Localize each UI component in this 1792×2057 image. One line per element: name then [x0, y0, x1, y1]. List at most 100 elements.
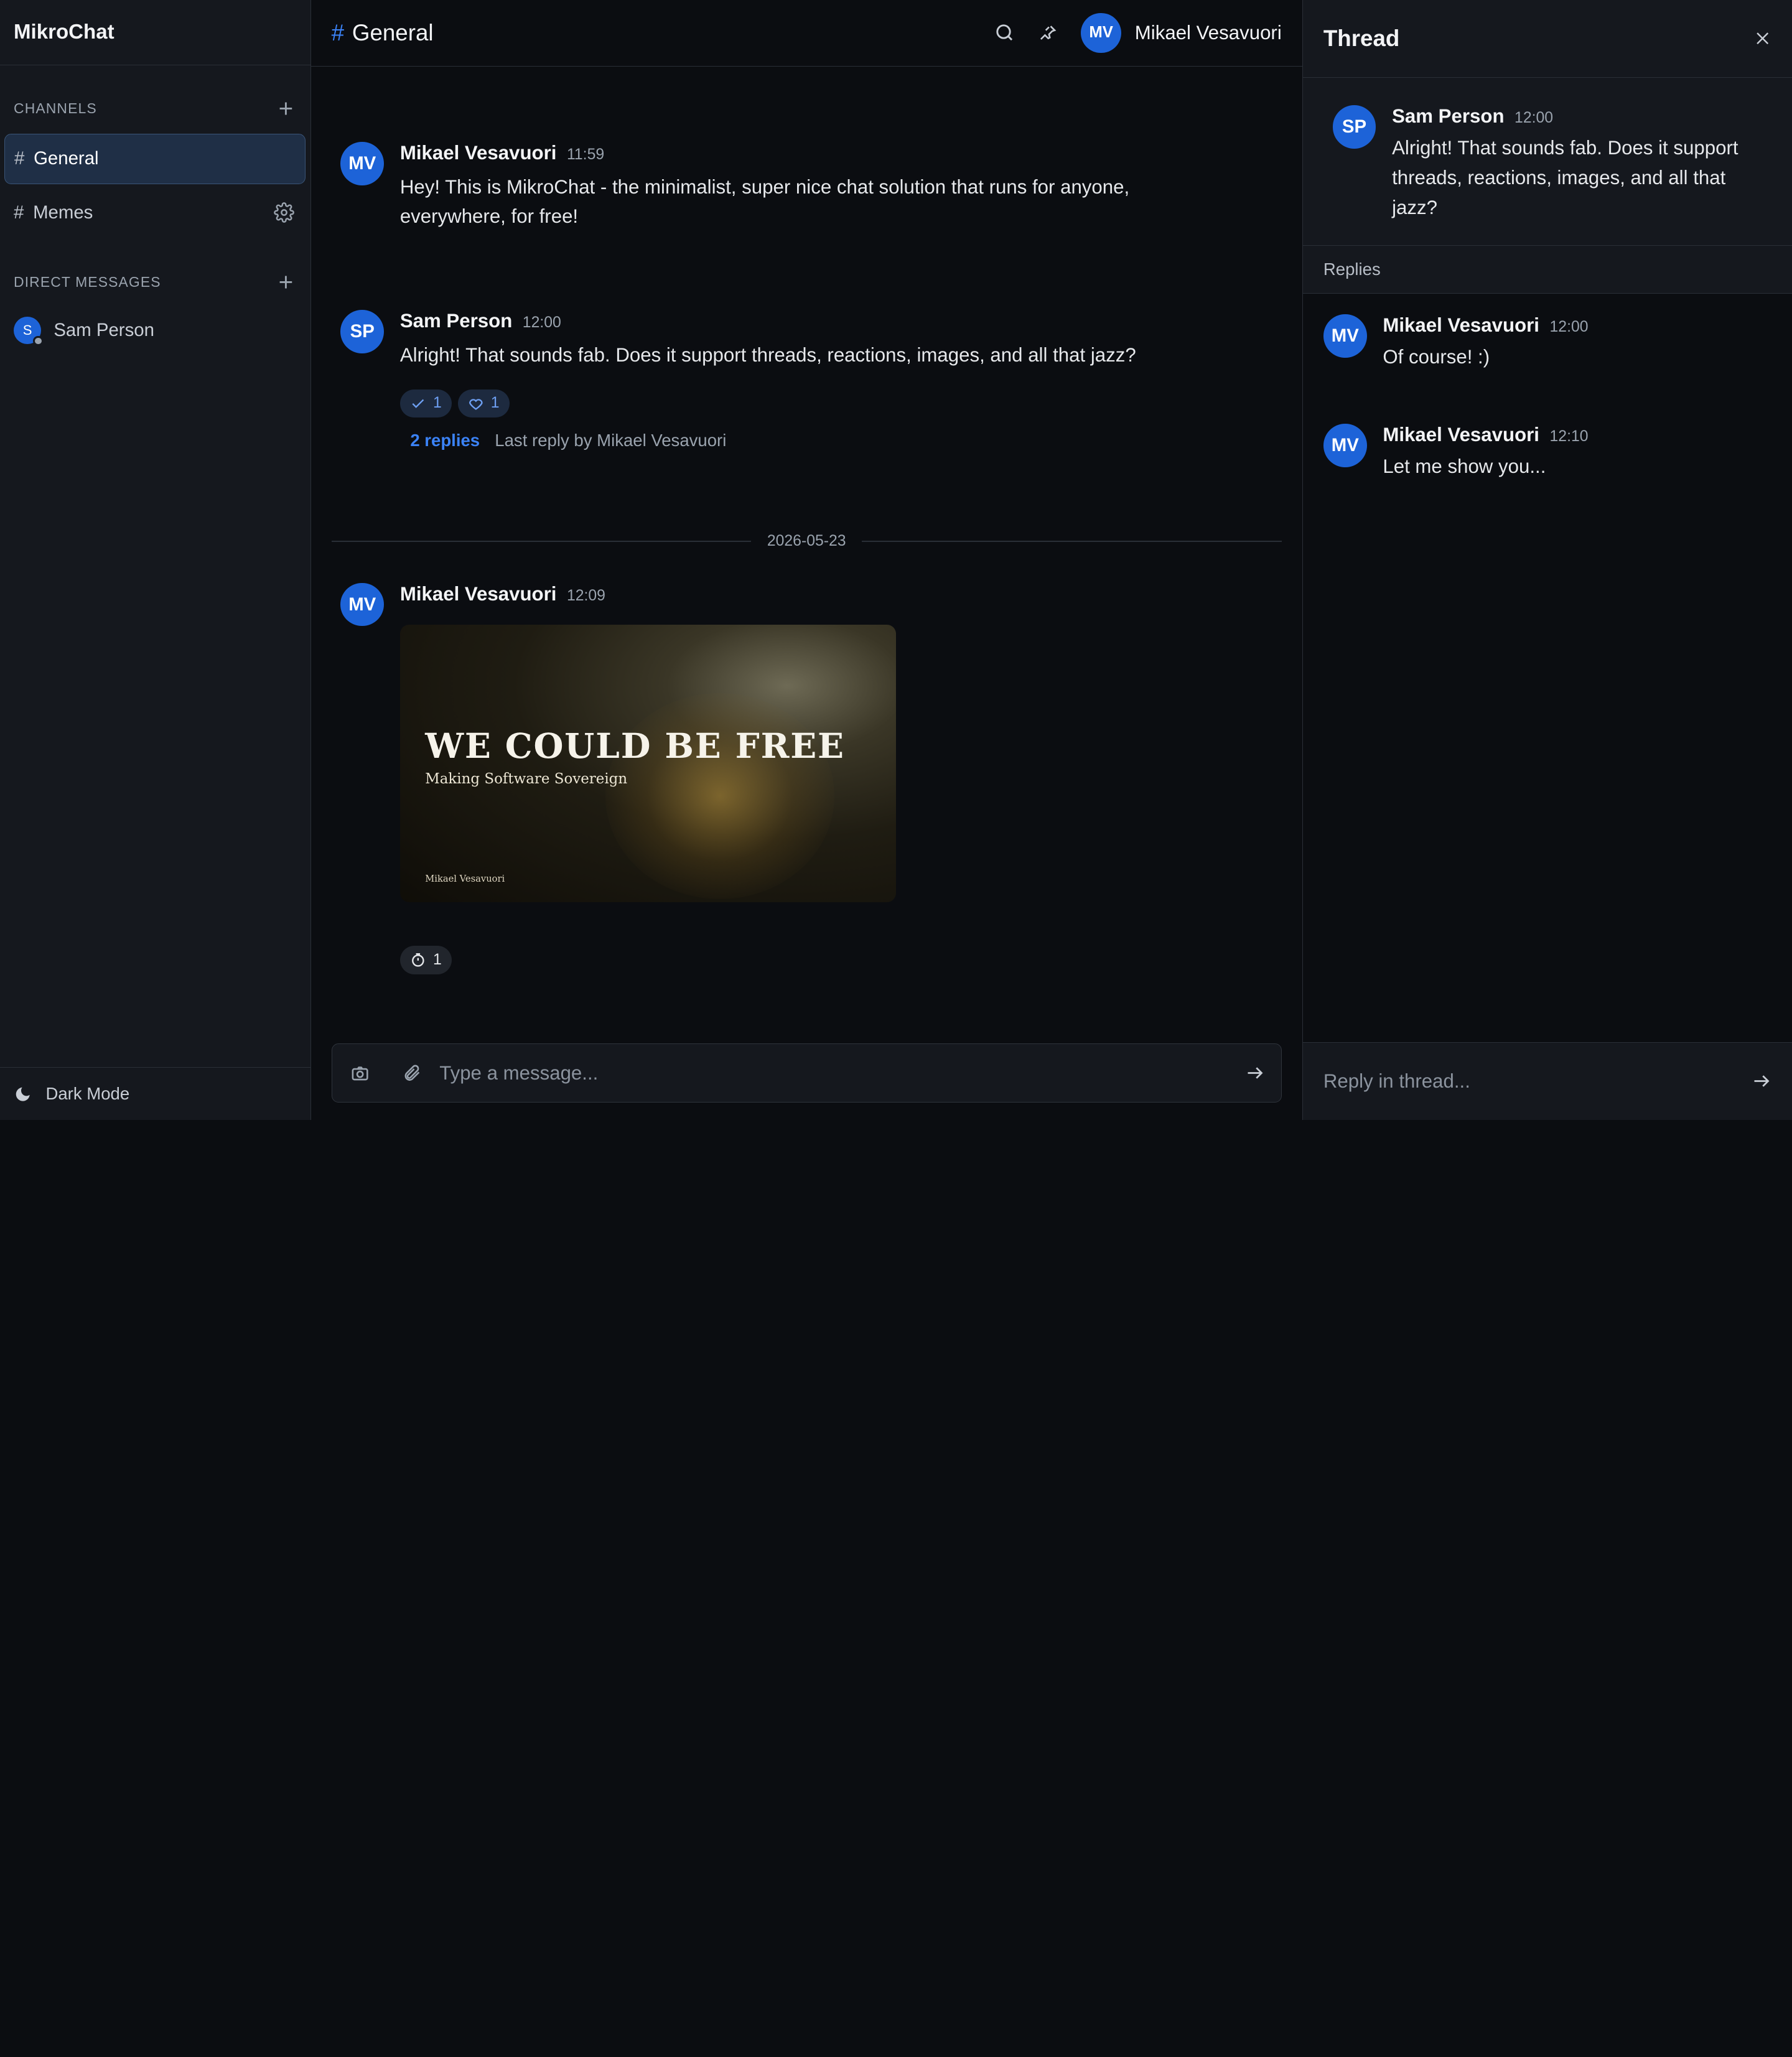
reaction-count: 1 — [490, 394, 500, 412]
reaction-check[interactable]: 1 — [399, 389, 452, 418]
message-body: Mikael Vesavuori 12:09 WE COULD BE FREE … — [399, 583, 896, 974]
message-header: Mikael Vesavuori 12:10 — [1383, 424, 1588, 446]
message-time: 12:10 — [1549, 427, 1589, 445]
message-body: Sam Person 12:00 Alright! That sounds fa… — [1392, 105, 1769, 222]
divider-line — [331, 540, 752, 542]
thread-reply: MV Mikael Vesavuori 12:00 Of course! :) — [1303, 314, 1792, 372]
hash-icon: # — [14, 148, 25, 169]
moon-icon — [16, 1087, 30, 1101]
message-time: 12:00 — [522, 314, 561, 331]
timer-icon — [412, 953, 424, 967]
paperclip-icon[interactable] — [402, 1063, 421, 1083]
camera-icon[interactable] — [350, 1063, 370, 1083]
message-image[interactable]: WE COULD BE FREE Making Software Soverei… — [399, 624, 896, 903]
replies-label: Replies — [1302, 246, 1792, 294]
thread-parent-message: SP Sam Person 12:00 Alright! That sounds… — [1302, 77, 1792, 246]
thread-spacer — [1303, 482, 1792, 1042]
avatar: MV — [1323, 423, 1367, 467]
message-time: 12:09 — [566, 587, 605, 604]
reaction-heart[interactable]: 1 — [457, 389, 510, 418]
replies-link[interactable]: 2 replies — [410, 431, 480, 450]
message-text: Let me show you... — [1383, 455, 1546, 478]
app-root: MikroChat CHANNELS + # General # Memes DIR… — [0, 0, 1792, 1120]
app-title: MikroChat — [0, 0, 310, 65]
reactions: 1 1 — [399, 389, 1136, 418]
close-icon[interactable] — [1753, 29, 1771, 47]
avatar: MV — [340, 582, 385, 627]
message-author: Mikael Vesavuori — [399, 582, 557, 605]
sidebar: MikroChat CHANNELS + # General # Memes DIR… — [0, 0, 311, 1120]
message-body: Mikael Vesavuori 12:10 Let me show you..… — [1383, 424, 1588, 482]
message-text: Alright! That sounds fab. Does it suppor… — [399, 343, 1136, 366]
add-channel-icon[interactable]: + — [276, 96, 297, 121]
thread-title: Thread — [1323, 25, 1400, 51]
thread-panel: Thread SP Sam Person 12:00 Alright! That… — [1302, 0, 1792, 1120]
reaction-count: 1 — [433, 394, 442, 412]
thread-reply-input[interactable]: Reply in thread... — [1323, 1070, 1470, 1093]
channels-section-header: CHANNELS + — [0, 95, 310, 122]
message-input[interactable]: Type a message... — [439, 1062, 1244, 1084]
thread-composer: Reply in thread... — [1302, 1042, 1792, 1120]
image-glow — [605, 693, 834, 899]
reactions: 1 — [399, 946, 896, 974]
message-header: Sam Person 12:00 — [400, 310, 1136, 332]
send-arrow-icon[interactable] — [1751, 1071, 1771, 1091]
avatar: MV — [1081, 12, 1121, 53]
avatar: MV — [1323, 314, 1367, 358]
message-composer: Type a message... — [331, 1043, 1282, 1103]
message: SP Sam Person 12:00 Alright! That sounds… — [340, 309, 1281, 450]
message-header: Mikael Vesavuori 11:59 — [400, 142, 1200, 164]
thread-header: Thread — [1302, 0, 1792, 78]
message-time: 12:00 — [1549, 319, 1589, 336]
hash-icon: # — [331, 19, 345, 45]
image-subtitle: Making Software Sovereign — [425, 771, 628, 788]
sidebar-item-sam-person[interactable]: S Sam Person — [0, 305, 310, 355]
message-author: Mikael Vesavuori — [399, 141, 557, 164]
avatar-initial: S — [22, 322, 32, 338]
add-dm-icon[interactable]: + — [276, 269, 297, 294]
message-time: 11:59 — [566, 146, 605, 163]
image-signature: Mikael Vesavuori — [425, 874, 505, 885]
channel-label: General — [34, 148, 99, 169]
channel-label: Memes — [33, 202, 93, 223]
presence-dot — [33, 335, 44, 347]
message-header: Mikael Vesavuori 12:00 — [1383, 314, 1588, 337]
message-author: Sam Person — [1392, 105, 1505, 127]
search-icon — [996, 24, 1013, 41]
message: MV Mikael Vesavuori 12:09 WE COULD BE FR… — [340, 582, 1281, 974]
send-arrow-icon[interactable] — [1244, 1063, 1265, 1083]
user-menu[interactable]: MV Mikael Vesavuori — [1081, 12, 1282, 53]
gear-icon[interactable] — [274, 202, 294, 223]
channel-header: # General MV Mikael Vesavuori — [310, 0, 1302, 67]
message-body: Mikael Vesavuori 12:00 Of course! :) — [1383, 314, 1588, 372]
reaction-timer[interactable]: 1 — [399, 946, 452, 974]
message-header: Sam Person 12:00 — [1392, 105, 1769, 128]
channel-title-label: General — [352, 19, 434, 45]
dark-mode-toggle[interactable]: Dark Mode — [0, 1067, 310, 1119]
search-button[interactable] — [987, 16, 1022, 50]
sidebar-item-general[interactable]: # General — [4, 133, 306, 184]
thread-summary: 2 replies Last reply by Mikael Vesavuori — [410, 431, 1136, 450]
message-author: Sam Person — [399, 309, 513, 332]
sidebar-item-memes[interactable]: # Memes — [4, 187, 306, 238]
divider-line — [862, 540, 1282, 542]
pin-icon — [1040, 26, 1057, 40]
message-text: Alright! That sounds fab. Does it suppor… — [1392, 137, 1738, 218]
reaction-count: 1 — [433, 951, 442, 968]
channel-title: # General — [332, 20, 434, 46]
date-divider: 2026-05-23 — [331, 533, 1282, 550]
last-reply: Last reply by Mikael Vesavuori — [495, 430, 727, 450]
message-author: Mikael Vesavuori — [1383, 423, 1539, 445]
message-body: Mikael Vesavuori 11:59 Hey! This is Mikr… — [400, 142, 1200, 231]
message-header: Mikael Vesavuori 12:09 — [400, 583, 896, 605]
message: MV Mikael Vesavuori 11:59 Hey! This is M… — [340, 141, 1281, 231]
avatar: MV — [340, 141, 385, 185]
user-name: Mikael Vesavuori — [1134, 21, 1282, 44]
message-text: Of course! :) — [1383, 346, 1490, 368]
pin-button[interactable] — [1031, 16, 1065, 50]
heart-icon — [469, 398, 483, 410]
dm-section-header: DIRECT MESSAGES + — [0, 269, 310, 296]
channels-header-label: CHANNELS — [14, 100, 97, 116]
message-author: Mikael Vesavuori — [1383, 314, 1539, 337]
